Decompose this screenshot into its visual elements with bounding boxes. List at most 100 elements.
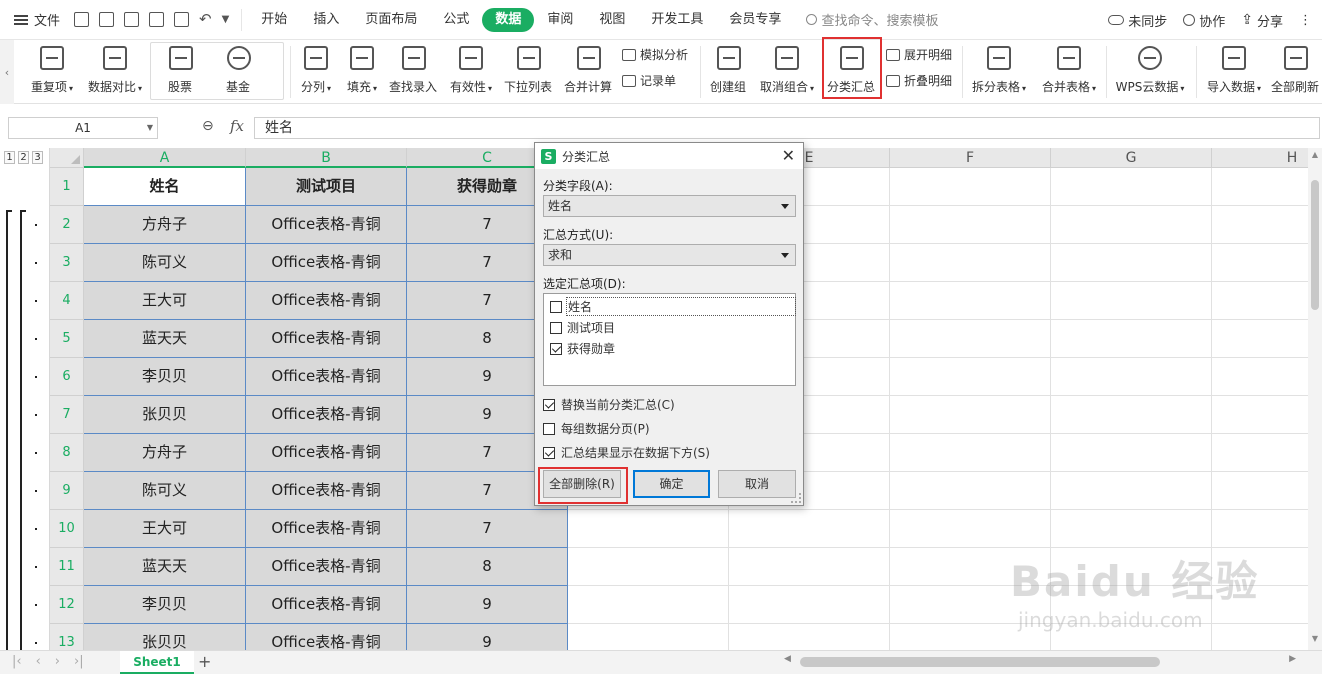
scroll-up-icon[interactable]: ▲ <box>1308 150 1322 164</box>
table-cell[interactable]: Office表格-青铜 <box>246 510 407 548</box>
column-header-b[interactable]: B <box>246 148 407 168</box>
more-icon[interactable]: ⋮ <box>1299 13 1312 28</box>
ribbon-scroll-left-icon[interactable]: ‹ <box>0 40 14 104</box>
empty-cell[interactable] <box>568 586 729 624</box>
summary-item[interactable]: 测试项目 <box>550 319 615 336</box>
merge-table-button[interactable]: 合并表格 <box>1038 40 1100 104</box>
empty-cell[interactable] <box>1051 358 1212 396</box>
empty-cell[interactable] <box>1051 168 1212 206</box>
row-header[interactable]: 13 <box>50 624 84 650</box>
chevron-down-icon[interactable]: ▼ <box>222 14 230 25</box>
column-header-g[interactable]: G <box>1051 148 1212 168</box>
sync-status-button[interactable]: 未同步 <box>1108 11 1167 30</box>
zoom-icon[interactable]: ⊖ <box>202 118 214 134</box>
empty-cell[interactable] <box>729 624 890 650</box>
what-if-analysis-button[interactable]: 模拟分析 <box>622 46 688 63</box>
empty-cell[interactable] <box>890 510 1051 548</box>
checkbox-icon[interactable] <box>550 321 562 334</box>
empty-cell[interactable] <box>1051 206 1212 244</box>
outline-level-button[interactable]: 3 <box>32 151 43 164</box>
column-header-f[interactable]: F <box>890 148 1051 168</box>
table-cell[interactable]: Office表格-青铜 <box>246 586 407 624</box>
add-sheet-button[interactable]: + <box>198 652 211 671</box>
table-cell[interactable]: 王大可 <box>84 510 246 548</box>
empty-cell[interactable] <box>1212 434 1322 472</box>
vertical-scrollbar[interactable]: ▲ ▼ <box>1308 148 1322 650</box>
summary-method-select[interactable]: 求和 <box>543 244 796 266</box>
outline-level-button[interactable]: 2 <box>18 151 29 164</box>
empty-cell[interactable] <box>729 548 890 586</box>
name-box[interactable]: A1 ▼ <box>8 117 158 139</box>
empty-cell[interactable] <box>568 548 729 586</box>
outline-level-button[interactable]: 1 <box>4 151 15 164</box>
tab-8[interactable]: 会员专享 <box>716 8 794 32</box>
table-cell[interactable]: 李贝贝 <box>84 358 246 396</box>
table-cell[interactable]: 张贝贝 <box>84 396 246 434</box>
empty-cell[interactable] <box>568 624 729 650</box>
empty-cell[interactable] <box>1051 282 1212 320</box>
scroll-right-icon[interactable]: ▶ <box>1289 654 1296 664</box>
row-header[interactable]: 2 <box>50 206 84 244</box>
empty-cell[interactable] <box>1051 434 1212 472</box>
share-button[interactable]: ⇪ 分享 <box>1241 11 1283 30</box>
empty-cell[interactable] <box>890 168 1051 206</box>
tab-6[interactable]: 视图 <box>586 8 638 32</box>
group-field-select[interactable]: 姓名 <box>543 195 796 217</box>
table-cell[interactable]: Office表格-青铜 <box>246 434 407 472</box>
empty-cell[interactable] <box>1051 396 1212 434</box>
row-header[interactable]: 10 <box>50 510 84 548</box>
fund-button[interactable]: 基金 <box>216 40 262 104</box>
data-compare-button[interactable]: 数据对比 <box>84 40 146 104</box>
empty-cell[interactable] <box>1051 244 1212 282</box>
table-cell[interactable]: 方舟子 <box>84 206 246 244</box>
create-group-button[interactable]: 创建组 <box>706 40 752 104</box>
tab-4[interactable]: 数据 <box>482 7 535 32</box>
formula-input[interactable]: 姓名 <box>254 117 1320 139</box>
table-cell[interactable]: 张贝贝 <box>84 624 246 650</box>
lookup-entry-button[interactable]: 查找录入 <box>388 40 440 104</box>
table-cell[interactable]: Office表格-青铜 <box>246 358 407 396</box>
table-cell[interactable]: 7 <box>407 510 568 548</box>
row-header[interactable]: 6 <box>50 358 84 396</box>
prev-sheet-icon[interactable]: ‹ <box>36 654 41 669</box>
empty-cell[interactable] <box>890 282 1051 320</box>
outline-group-bar[interactable] <box>20 210 22 650</box>
expand-detail-button[interactable]: 展开明细 <box>886 46 952 63</box>
empty-cell[interactable] <box>890 206 1051 244</box>
table-cell[interactable]: Office表格-青铜 <box>246 244 407 282</box>
horizontal-scroll-thumb[interactable] <box>800 657 1160 667</box>
empty-cell[interactable] <box>729 586 890 624</box>
export-pdf-icon[interactable] <box>124 12 140 27</box>
row-header[interactable]: 8 <box>50 434 84 472</box>
last-sheet-icon[interactable]: ›| <box>74 654 84 669</box>
column-header-h[interactable]: H <box>1212 148 1322 168</box>
table-cell[interactable]: 蓝天天 <box>84 320 246 358</box>
row-header[interactable]: 3 <box>50 244 84 282</box>
empty-cell[interactable] <box>1051 472 1212 510</box>
close-icon[interactable]: ✕ <box>782 146 795 165</box>
scroll-left-icon[interactable]: ◀ <box>784 654 791 664</box>
next-sheet-icon[interactable]: › <box>55 654 60 669</box>
table-cell[interactable]: 方舟子 <box>84 434 246 472</box>
empty-cell[interactable] <box>1051 510 1212 548</box>
refresh-all-button[interactable]: 全部刷新 <box>1270 40 1322 104</box>
cancel-button[interactable]: 取消 <box>718 470 796 498</box>
save-icon[interactable] <box>99 12 115 27</box>
table-cell[interactable]: 9 <box>407 586 568 624</box>
open-folder-icon[interactable] <box>74 12 90 27</box>
dialog-title-bar[interactable]: S 分类汇总 ✕ <box>535 143 803 169</box>
tab-7[interactable]: 开发工具 <box>638 8 716 32</box>
row-header[interactable]: 5 <box>50 320 84 358</box>
empty-cell[interactable] <box>1212 244 1322 282</box>
consolidate-button[interactable]: 合并计算 <box>562 40 616 104</box>
select-all-corner[interactable] <box>50 148 84 168</box>
table-cell[interactable]: 李贝贝 <box>84 586 246 624</box>
row-header[interactable]: 4 <box>50 282 84 320</box>
split-table-button[interactable]: 拆分表格 <box>968 40 1030 104</box>
first-sheet-icon[interactable]: |‹ <box>12 654 22 669</box>
table-cell[interactable]: Office表格-青铜 <box>246 396 407 434</box>
row-header[interactable]: 9 <box>50 472 84 510</box>
table-cell[interactable]: 蓝天天 <box>84 548 246 586</box>
tab-0[interactable]: 开始 <box>248 8 300 32</box>
tab-2[interactable]: 页面布局 <box>352 8 430 32</box>
